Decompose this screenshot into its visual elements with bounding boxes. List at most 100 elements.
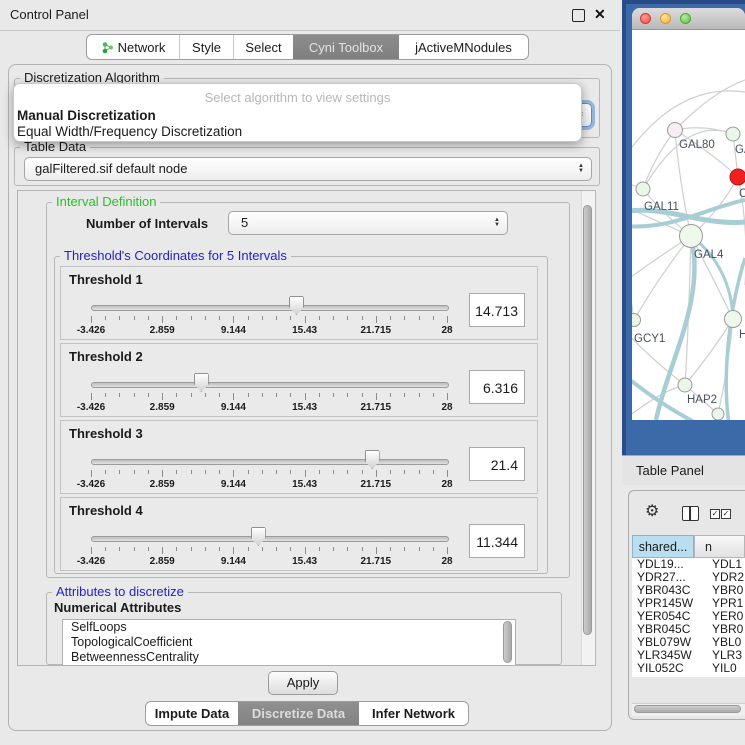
network-node-hap2[interactable] [678,378,692,392]
network-window: GAL80GACGAL11GAL4GCY1HHAP2 [632,8,745,420]
slider-tick [404,393,405,397]
slider-tick [148,316,149,320]
traffic-light-close-icon[interactable] [640,13,651,24]
dropdown-option-equal-width-frequency[interactable]: Equal Width/Frequency Discretization [17,124,242,139]
attributes-scrollbar-thumb[interactable] [503,621,512,663]
slider-tick [176,547,177,551]
tab-select[interactable]: Select [233,35,293,59]
close-icon[interactable]: ✕ [594,6,606,23]
network-node-ga[interactable] [726,127,740,141]
slider-tick-label: -3.426 [77,556,105,567]
network-canvas[interactable]: GAL80GACGAL11GAL4GCY1HHAP2 [632,30,745,420]
slider-tick [162,316,163,323]
network-node-gal80[interactable] [668,123,683,138]
slider-tick-label: 2.859 [150,556,175,567]
apply-button[interactable]: Apply [268,671,338,695]
network-node-label: GAL4 [694,249,724,261]
interval-definition-group-title: Interval Definition [52,195,160,209]
slider-track[interactable] [91,382,449,388]
threshold-label: Threshold 3 [69,426,143,441]
slider-track[interactable] [91,305,449,311]
checkbox-pair-icon[interactable]: ✓ [710,509,720,519]
network-node-c[interactable] [730,169,745,185]
table-rows: YDL19...YDL1YDR27...YDR2YBR043CYBR0YPR14… [632,558,745,677]
table-header-shared[interactable]: shared... [632,535,694,558]
network-edge [675,80,745,130]
slider-thumb[interactable] [251,527,266,546]
table-data-combobox[interactable]: galFiltered.sif default node ▲▼ [24,157,592,181]
slider-tick-label: 28 [441,479,452,490]
traffic-light-minimize-icon[interactable] [660,13,671,24]
traffic-light-zoom-icon[interactable] [680,13,691,24]
slider-thumb[interactable] [194,373,209,392]
vertical-scrollbar-thumb[interactable] [583,205,592,635]
slider-tick [404,470,405,474]
slider-tick [305,547,306,554]
slider-tick [148,547,149,551]
slider-tick [290,470,291,474]
table-row[interactable]: YIL052CYIL0 [632,662,745,675]
threshold-panel: Threshold 3-3.4262.8599.14415.4321.71528… [60,420,538,494]
slider-tick [447,470,448,477]
network-node-label: GAL80 [679,139,715,151]
slider-tick [134,470,135,474]
network-node-gal11[interactable] [636,182,650,196]
threshold-label: Threshold 1 [69,272,143,287]
slider-tick-label: 2.859 [150,402,175,413]
tab-cyni-toolbox[interactable]: Cyni Toolbox [293,35,399,59]
network-edge [634,236,691,320]
slider-tick [305,393,306,400]
slider-tick [262,316,263,320]
network-node-gal4[interactable] [680,225,703,248]
bottom-tab-infer-network[interactable]: Infer Network [359,702,468,725]
number-of-intervals-combobox[interactable]: 5 ▲▼ [228,211,508,235]
network-node-label: H [739,329,745,341]
slider-tick [319,393,320,397]
network-node-label: C [739,188,745,200]
slider-thumb[interactable] [289,296,304,315]
slider-track[interactable] [91,536,449,542]
gear-icon[interactable]: ⚙ [645,503,659,521]
thresholds-group-title: Threshold's Coordinates for 5 Intervals [60,249,291,263]
network-window-titlebar[interactable] [632,8,745,30]
slider-tick-label: 28 [441,402,452,413]
network-node-gcy1[interactable] [632,314,641,327]
float-window-icon[interactable] [572,9,585,22]
slider-tick [119,547,120,551]
bottom-tab-discretize-data[interactable]: Discretize Data [238,702,359,725]
control-panel-titlebar: Control Panel ✕ [0,0,620,31]
bottom-tab-impute-data[interactable]: Impute Data [146,702,238,725]
combo-arrows-icon: ▲▼ [494,218,500,228]
slider-tick [148,393,149,397]
slider-tick [305,316,306,323]
attribute-list-item[interactable]: TopologicalCoefficient [63,635,515,650]
numerical-attributes-heading: Numerical Attributes [54,600,181,615]
checkbox-pair-icon[interactable]: ✓ [721,509,731,519]
threshold-value-field[interactable]: 21.4 [469,447,525,481]
table-header-name[interactable]: n [694,535,745,558]
tab-label: Style [192,40,221,55]
split-columns-icon[interactable] [682,506,699,521]
panel-title: Control Panel [10,7,89,22]
tab-jactivemnodules[interactable]: jActiveMNodules [399,35,528,59]
threshold-value-field[interactable]: 6.316 [469,370,525,404]
horizontal-scrollbar-thumb[interactable] [634,705,741,713]
tab-network[interactable]: Network [87,35,179,59]
slider-tick [262,470,263,474]
dropdown-option-manual-discretization[interactable]: Manual Discretization [17,108,156,123]
number-of-intervals-label: Number of Intervals [86,216,208,231]
threshold-value-field[interactable]: 11.344 [469,524,525,558]
screen: Control Panel ✕ Network Style SelectCyni T… [0,0,745,745]
threshold-value-field[interactable]: 14.713 [469,293,525,327]
slider-thumb[interactable] [365,450,380,469]
network-node-h[interactable] [725,311,742,328]
tab-style[interactable]: Style [179,35,233,59]
attribute-list-item[interactable]: BetweennessCentrality [63,650,515,665]
numerical-attributes-list[interactable]: SelfLoopsTopologicalCoefficientBetweenne… [62,619,516,666]
slider-tick-label: 15.43 [292,325,317,336]
slider-track[interactable] [91,459,449,465]
network-node[interactable] [712,408,724,420]
slider-tick [433,393,434,397]
attribute-list-item[interactable]: SelfLoops [63,620,515,635]
slider-tick [333,547,334,551]
